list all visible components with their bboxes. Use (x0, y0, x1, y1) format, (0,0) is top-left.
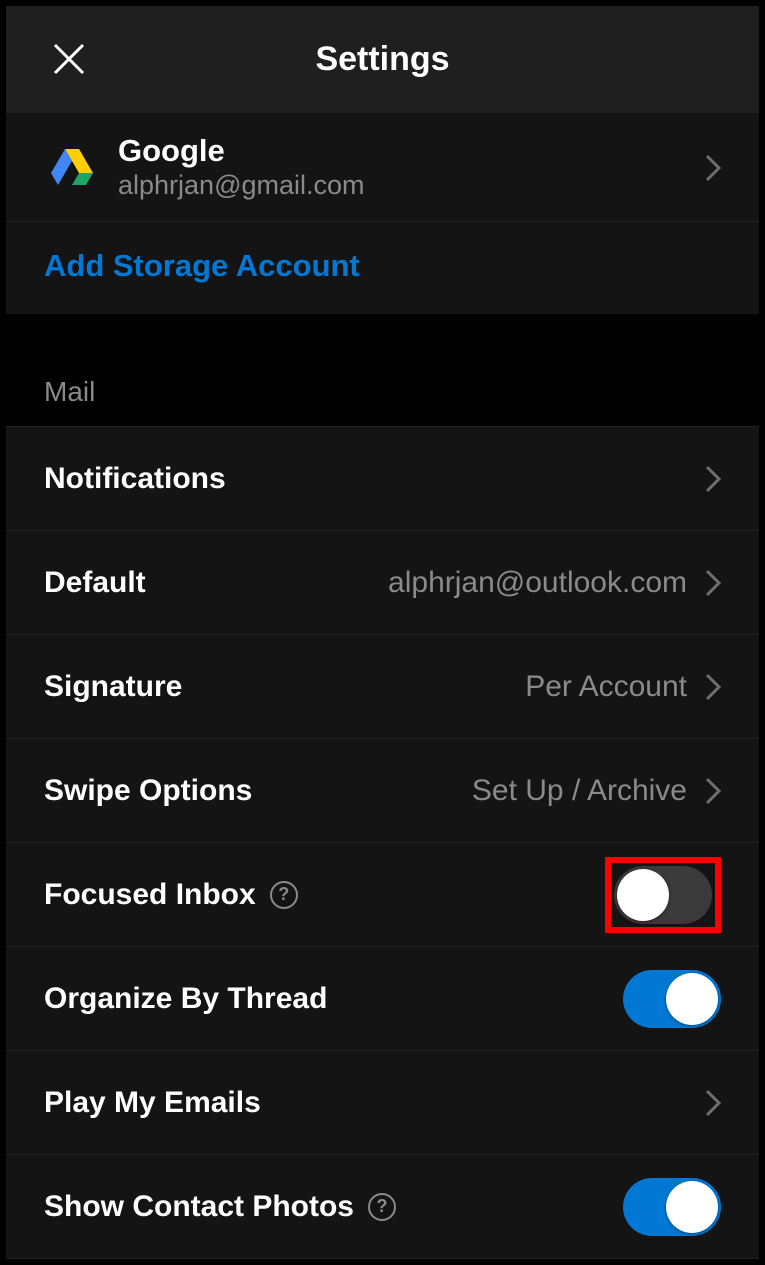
chevron-right-icon (705, 569, 721, 597)
toggle-knob (666, 1181, 718, 1233)
focused-inbox-toggle[interactable] (614, 866, 712, 924)
header: Settings (6, 6, 759, 114)
close-icon (51, 41, 87, 77)
account-google[interactable]: Google alphrjan@gmail.com (6, 114, 759, 222)
organize-label: Organize By Thread (44, 982, 327, 1016)
page-title: Settings (315, 40, 449, 79)
toggle-knob (617, 869, 669, 921)
section-header-mail: Mail (6, 356, 759, 427)
account-text: Google alphrjan@gmail.com (118, 134, 705, 201)
chevron-right-icon (705, 154, 721, 182)
google-drive-icon (44, 149, 100, 187)
settings-screen: Settings Google alphrjan@gmail.com Add S… (5, 5, 760, 1260)
swipe-value: Set Up / Archive (472, 774, 687, 808)
section-header-contacts: Contacts (6, 1259, 759, 1265)
add-storage-account[interactable]: Add Storage Account (6, 222, 759, 314)
play-emails-label: Play My Emails (44, 1086, 261, 1120)
highlight-annotation (605, 857, 721, 933)
show-contacts-text: Show Contact Photos (44, 1190, 354, 1224)
notifications-label: Notifications (44, 462, 226, 496)
chevron-right-icon (705, 777, 721, 805)
help-icon[interactable]: ? (270, 881, 298, 909)
close-button[interactable] (48, 38, 90, 80)
account-email: alphrjan@gmail.com (118, 170, 705, 201)
chevron-right-icon (705, 1089, 721, 1117)
show-contacts-label: Show Contact Photos ? (44, 1190, 396, 1224)
accounts-section: Google alphrjan@gmail.com Add Storage Ac… (6, 114, 759, 314)
row-swipe-options[interactable]: Swipe Options Set Up / Archive (6, 739, 759, 843)
organize-toggle[interactable] (623, 970, 721, 1028)
signature-label: Signature (44, 670, 182, 704)
row-notifications[interactable]: Notifications (6, 427, 759, 531)
row-signature[interactable]: Signature Per Account (6, 635, 759, 739)
swipe-label: Swipe Options (44, 774, 252, 808)
chevron-right-icon (705, 673, 721, 701)
row-focused-inbox: Focused Inbox ? (6, 843, 759, 947)
row-organize-by-thread: Organize By Thread (6, 947, 759, 1051)
focused-inbox-text: Focused Inbox (44, 878, 256, 912)
row-show-contact-photos: Show Contact Photos ? (6, 1155, 759, 1259)
account-provider: Google (118, 134, 705, 168)
chevron-right-icon (705, 465, 721, 493)
row-play-my-emails[interactable]: Play My Emails (6, 1051, 759, 1155)
signature-value: Per Account (525, 670, 687, 704)
section-gap (6, 314, 759, 356)
focused-inbox-label: Focused Inbox ? (44, 878, 298, 912)
default-label: Default (44, 566, 146, 600)
default-value: alphrjan@outlook.com (388, 566, 687, 600)
help-icon[interactable]: ? (368, 1193, 396, 1221)
toggle-knob (666, 973, 718, 1025)
row-default[interactable]: Default alphrjan@outlook.com (6, 531, 759, 635)
show-contacts-toggle[interactable] (623, 1178, 721, 1236)
